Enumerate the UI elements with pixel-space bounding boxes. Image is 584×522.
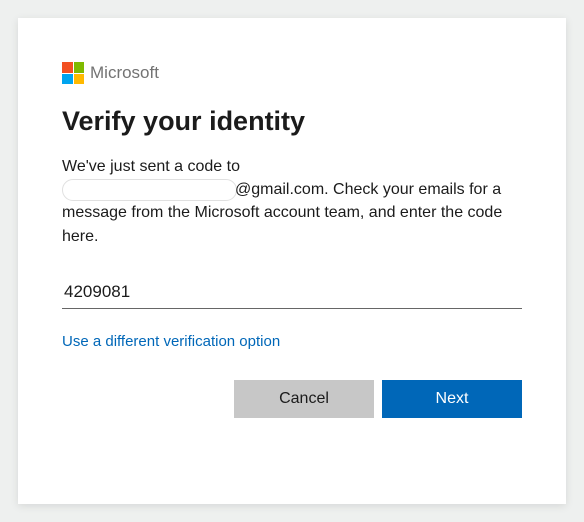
verify-identity-card: Microsoft Verify your identity We've jus… — [18, 18, 566, 504]
button-row: Cancel Next — [62, 380, 522, 418]
brand-name: Microsoft — [90, 63, 159, 83]
next-button[interactable]: Next — [382, 380, 522, 418]
email-domain: @gmail.com — [235, 181, 324, 198]
instruction-prefix: We've just sent a code to — [62, 158, 240, 175]
redacted-email-local — [62, 179, 237, 201]
cancel-button[interactable]: Cancel — [234, 380, 374, 418]
alt-verification-link[interactable]: Use a different verification option — [62, 333, 280, 350]
verification-code-input[interactable] — [62, 276, 522, 309]
brand-row: Microsoft — [62, 62, 522, 84]
microsoft-logo-icon — [62, 62, 84, 84]
page-title: Verify your identity — [62, 106, 522, 137]
instruction-text: We've just sent a code to @gmail.com. Ch… — [62, 155, 522, 248]
